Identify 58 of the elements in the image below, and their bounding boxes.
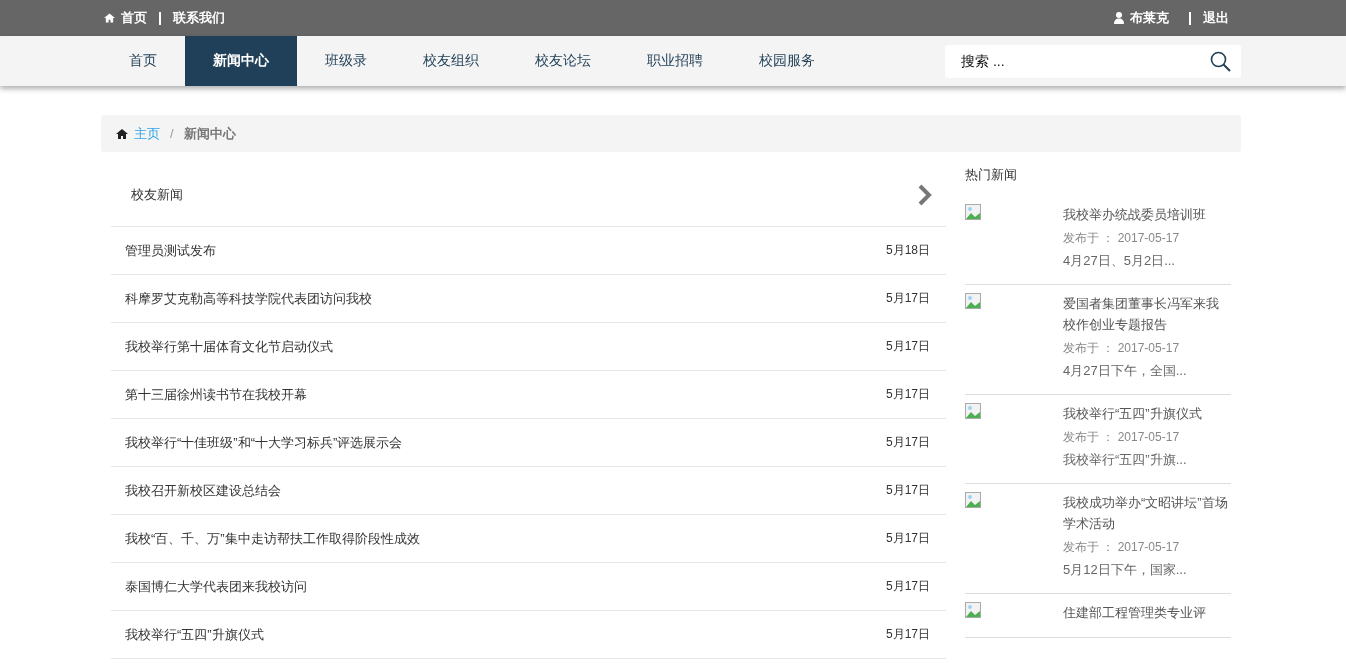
hot-news-link[interactable]: 爱国者集团董事长冯军来我校作创业专题报告 xyxy=(1063,293,1231,335)
publish-date: 发布于 ： 2017-05-17 xyxy=(1063,539,1181,556)
news-title-link[interactable]: 我校召开新校区建设总结会 xyxy=(125,481,281,500)
news-title-link[interactable]: 我校“百、千、万”集中走访帮扶工作取得阶段性成效 xyxy=(125,529,420,548)
news-date: 5月17日 xyxy=(885,290,930,307)
broken-image-icon xyxy=(965,602,981,618)
news-title-link[interactable]: 我校举行“五四”升旗仪式 xyxy=(125,625,264,644)
news-title-link[interactable]: 第十三届徐州读书节在我校开幕 xyxy=(125,385,307,404)
breadcrumb-current: 新闻中心 xyxy=(183,124,236,143)
news-title-link[interactable]: 科摩罗艾克勒高等科技学院代表团访问我校 xyxy=(125,289,372,308)
nav-tab[interactable]: 校园服务 xyxy=(731,36,843,86)
user-icon xyxy=(1114,12,1124,24)
broken-image-icon xyxy=(965,403,981,419)
home-icon xyxy=(116,128,128,139)
search-input[interactable]: 搜索 ... xyxy=(959,52,1210,70)
news-date: 5月17日 xyxy=(885,338,930,355)
news-date: 5月17日 xyxy=(885,578,930,595)
publish-date: 发布于 ： 2017-05-17 xyxy=(1063,230,1181,247)
news-date: 5月17日 xyxy=(885,530,930,547)
nav-tab[interactable]: 新闻中心 xyxy=(185,36,297,86)
news-date: 5月17日 xyxy=(885,626,930,643)
news-title-link[interactable]: 我校举行“十佳班级”和“十大学习标兵”评选展示会 xyxy=(125,433,403,452)
user-link[interactable]: 布莱克 xyxy=(1130,9,1169,27)
top-link[interactable]: 联系我们 xyxy=(173,9,225,27)
hot-news-link[interactable]: 我校举行“五四”升旗仪式 xyxy=(1063,403,1231,424)
sidebar-title: 热门新闻 xyxy=(965,166,1018,184)
chevron-right-icon[interactable] xyxy=(918,184,932,206)
hot-news-link[interactable]: 我校成功举办“文昭讲坛”首场学术活动 xyxy=(1063,492,1231,534)
news-date: 5月18日 xyxy=(885,242,930,259)
nav-tab[interactable]: 职业招聘 xyxy=(619,36,731,86)
news-summary: 我校举行“五四”升旗... xyxy=(1063,451,1188,469)
nav-tab[interactable]: 班级录 xyxy=(297,36,395,86)
news-date: 5月17日 xyxy=(885,482,930,499)
news-title-link[interactable]: 我校举行第十届体育文化节启动仪式 xyxy=(125,337,333,356)
nav-tab[interactable]: 首页 xyxy=(101,36,185,86)
hot-news-link[interactable]: 住建部工程管理类专业评 xyxy=(1063,602,1231,623)
broken-image-icon xyxy=(965,492,981,508)
logout-link[interactable]: 退出 xyxy=(1203,9,1229,27)
news-title-link[interactable]: 管理员测试发布 xyxy=(125,241,216,260)
news-date: 5月17日 xyxy=(885,434,930,451)
broken-image-icon xyxy=(965,204,981,220)
nav-tab[interactable]: 校友论坛 xyxy=(507,36,619,86)
news-summary: 4月27日、5月2日... xyxy=(1063,252,1176,270)
top-link[interactable]: 首页 xyxy=(121,9,147,27)
news-date: 5月17日 xyxy=(885,386,930,403)
nav-tab[interactable]: 校友组织 xyxy=(395,36,507,86)
news-title-link[interactable]: 泰国博仁大学代表团来我校访问 xyxy=(125,577,307,596)
search-icon[interactable] xyxy=(1210,50,1231,72)
hot-news-link[interactable]: 我校举办统战委员培训班 xyxy=(1063,204,1231,225)
publish-date: 发布于 ： 2017-05-17 xyxy=(1063,340,1181,357)
news-summary: 4月27日下午，全国... xyxy=(1063,362,1188,380)
section-title: 校友新闻 xyxy=(131,186,183,204)
breadcrumb-separator: / xyxy=(170,126,174,141)
search-field[interactable]: 搜索 ... xyxy=(945,44,1241,78)
publish-date: 发布于 ： 2017-05-17 xyxy=(1063,429,1181,446)
news-summary: 5月12日下午，国家... xyxy=(1063,561,1188,579)
broken-image-icon xyxy=(965,293,981,309)
home-icon xyxy=(104,13,115,23)
